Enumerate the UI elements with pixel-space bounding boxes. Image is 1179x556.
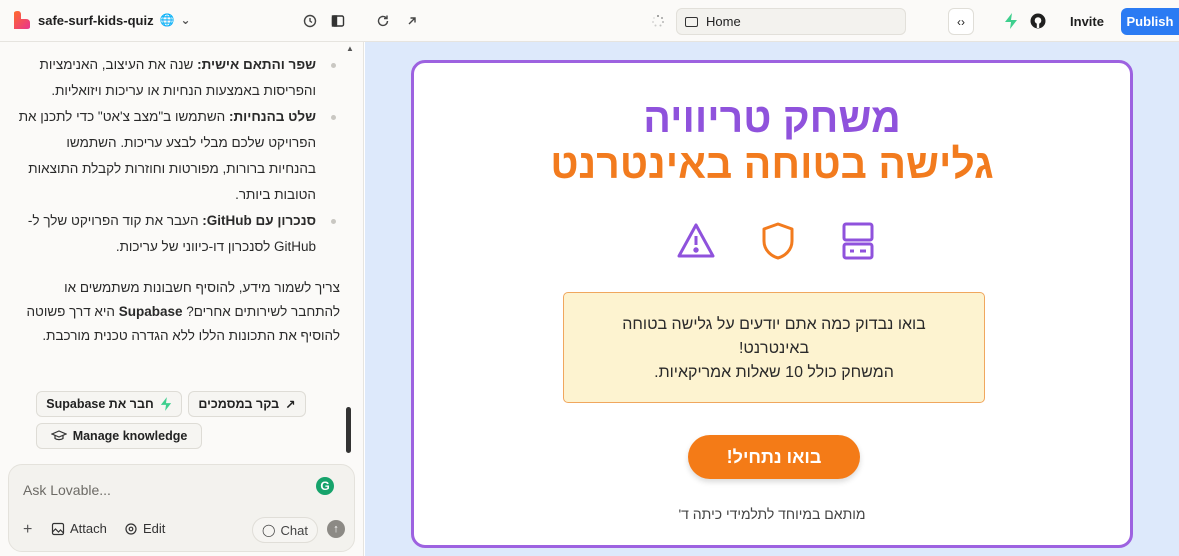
chat-label: Chat: [280, 522, 308, 538]
address-text: Home: [706, 14, 741, 29]
info-box: בואו נבדוק כמה אתם יודעים על גלישה בטוחה…: [563, 292, 985, 403]
manage-knowledge-label: Manage knowledge: [72, 429, 188, 443]
supabase-paragraph: צריך לשמור מידע, להוסיף חשבונות משתמשים …: [16, 276, 342, 348]
bullet-heading: שפר והתאם אישית:: [197, 57, 316, 72]
publish-button[interactable]: Publish: [1121, 8, 1179, 35]
chat-messages: שפר והתאם אישית: שנה את העיצוב, האנימציו…: [16, 52, 342, 348]
history-icon[interactable]: [298, 9, 322, 33]
chat-mode-button[interactable]: ◯ Chat: [252, 517, 318, 543]
quiz-card: משחק טריוויה גלישה בטוחה באינטרנט בואו נ…: [411, 60, 1133, 548]
lightbulb-icon: ◯: [262, 523, 276, 537]
warning-triangle-icon: [677, 223, 715, 258]
preview-panel: משחק טריוויה גלישה בטוחה באינטרנט בואו נ…: [365, 42, 1179, 556]
add-button[interactable]: +: [23, 521, 32, 539]
plus-icon: +: [23, 521, 33, 538]
chat-panel: ▲ שפר והתאם אישית: שנה את העיצוב, האנימצ…: [0, 42, 364, 556]
arrow-up-icon: ↑: [333, 523, 339, 535]
image-attach-icon: [51, 522, 65, 535]
manage-knowledge-button[interactable]: Manage knowledge: [36, 423, 202, 449]
quiz-title: משחק טריוויה: [643, 95, 901, 141]
loading-spinner-icon: [646, 9, 670, 33]
project-switcher[interactable]: safe-surf-kids-quiz 🌐 ⌄: [12, 11, 191, 29]
target-icon: [125, 522, 137, 535]
graduation-cap-icon: [50, 430, 67, 441]
info-line: בואו נבדוק כמה אתם יודעים על גלישה בטוחה: [622, 316, 926, 333]
list-item: שפר והתאם אישית: שנה את העיצוב, האנימציו…: [16, 52, 342, 104]
code-icon: ‹›: [957, 14, 965, 29]
connect-supabase-button[interactable]: חבר את Supabase: [36, 391, 182, 417]
info-line: המשחק כולל 10 שאלות אמריקאיות.: [654, 364, 894, 381]
scrollbar[interactable]: [346, 407, 351, 453]
start-quiz-button[interactable]: בואו נתחיל!: [688, 435, 860, 479]
list-item: סנכרון עם GitHub: העבר את קוד הפרויקט של…: [16, 208, 342, 260]
sidebar-toggle-icon[interactable]: [326, 9, 350, 33]
globe-icon[interactable]: 🌐: [160, 13, 175, 27]
invite-button[interactable]: Invite: [1061, 8, 1113, 35]
edit-label: Edit: [143, 521, 166, 536]
grammarly-icon[interactable]: G: [316, 477, 334, 495]
prompt-input[interactable]: Ask Lovable...: [23, 482, 111, 498]
arrow-up-right-icon: ↗: [285, 397, 296, 412]
monitor-icon: [685, 16, 698, 27]
chevron-down-icon[interactable]: ⌄: [181, 13, 191, 27]
bullet-heading: סנכרון עם GitHub:: [202, 213, 316, 228]
send-button[interactable]: ↑: [327, 520, 345, 538]
attach-label: Attach: [70, 521, 107, 536]
open-external-icon[interactable]: [400, 9, 424, 33]
project-name: safe-surf-kids-quiz: [38, 12, 154, 28]
refresh-icon[interactable]: [371, 9, 395, 33]
list-item: שלט בהנחיות: השתמשו ב"מצב צ'אט" כדי לתכנ…: [16, 104, 342, 208]
feature-list: שפר והתאם אישית: שנה את העיצוב, האנימציו…: [16, 52, 342, 260]
visit-docs-label: בקר במסמכים: [198, 397, 280, 411]
prompt-box: Ask Lovable... G + Attach Edit ◯ Chat ↑: [8, 464, 355, 552]
address-bar[interactable]: Home: [676, 8, 906, 35]
para-strong: Supabase: [118, 304, 183, 319]
lovable-logo-icon: [14, 11, 30, 29]
connect-supabase-label: חבר את Supabase: [46, 397, 154, 411]
github-icon[interactable]: [1026, 9, 1050, 33]
info-line: באינטרנט!: [738, 340, 810, 357]
attach-button[interactable]: Attach: [51, 521, 107, 536]
edit-button[interactable]: Edit: [124, 521, 165, 536]
code-view-button[interactable]: ‹›: [948, 8, 974, 35]
grade-note: מותאם במיוחד לתלמידי כיתה ד': [678, 506, 866, 522]
supabase-icon: [160, 397, 171, 411]
top-bar: safe-surf-kids-quiz 🌐 ⌄ Home ‹› Invite P…: [0, 0, 1179, 42]
quiz-subtitle: גלישה בטוחה באינטרנט: [550, 141, 994, 187]
shield-icon: [762, 222, 794, 260]
visit-docs-button[interactable]: בקר במסמכים ↗: [188, 391, 306, 417]
server-icon: [842, 222, 874, 260]
icon-row: [676, 218, 876, 264]
bullet-heading: שלט בהנחיות:: [229, 109, 316, 124]
scroll-up-arrow-icon[interactable]: ▲: [346, 44, 354, 53]
supabase-icon[interactable]: [999, 9, 1023, 33]
